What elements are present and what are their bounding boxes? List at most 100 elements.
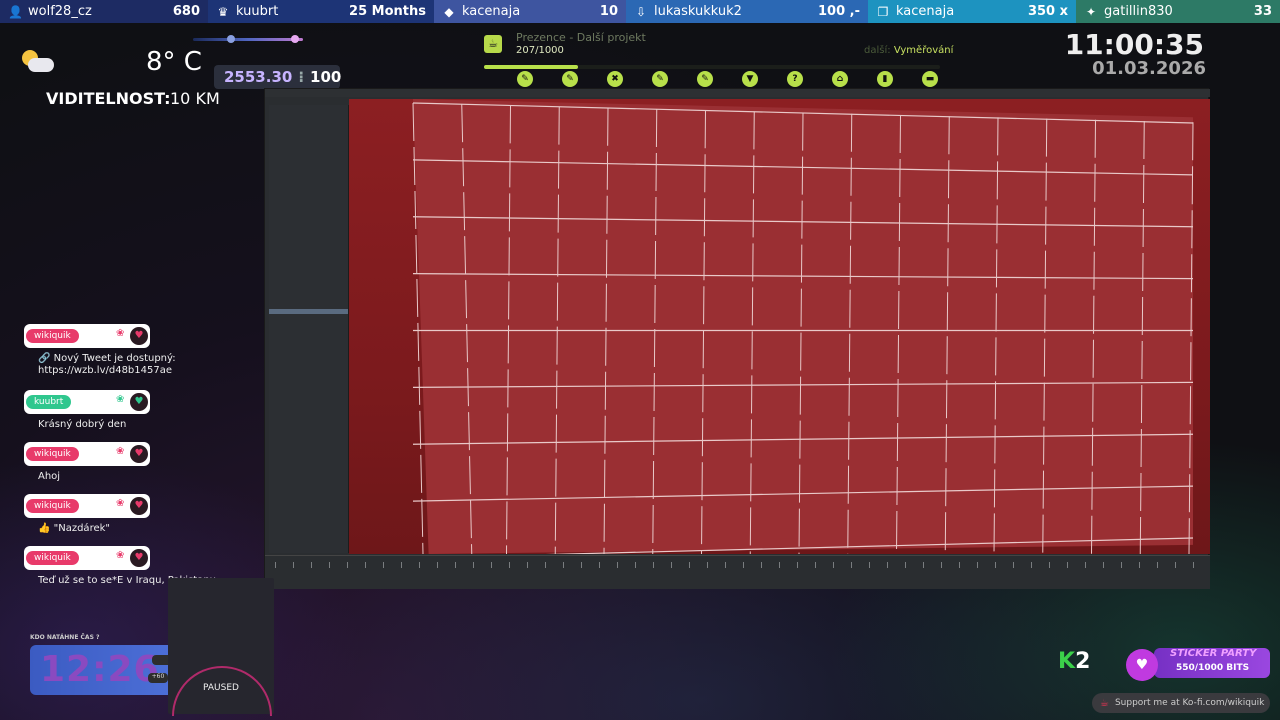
chat-message: kuubrt ❀ ♥ Krásný dobrý den <box>24 390 284 431</box>
kofi-support-link[interactable]: ☕ Support me at Ko-fi.com/wikiquik <box>1092 693 1270 713</box>
score-box: 2553.30 ⁝ 100 <box>214 65 342 89</box>
ticker-value: 680 <box>172 4 200 19</box>
mesh-edge <box>461 104 473 554</box>
chat-text: 👍 "Nazdárek" <box>38 523 110 534</box>
paw-icon: ❀ <box>116 394 125 405</box>
heart-icon: ♥ <box>130 497 148 515</box>
sticker-title: STICKER PARTY <box>1170 648 1257 659</box>
mesh-edge <box>1139 120 1145 554</box>
goal-progress-fill <box>484 65 579 69</box>
paused-label: PAUSED <box>203 683 239 693</box>
chat-message: wikiquik ❀ ♥ 👍 "Nazdárek" <box>24 494 284 535</box>
milestone-icon: ✎ <box>697 71 713 87</box>
chat-header: wikiquik ❀ ♥ <box>24 494 150 518</box>
chat-message: wikiquik ❀ ♥ Ahoj <box>24 442 284 483</box>
mesh-edge <box>847 113 853 554</box>
ticker-value: 100 ,- <box>818 4 860 19</box>
modeling-app-window[interactable] <box>264 88 1210 589</box>
milestone-icon: ▼ <box>742 71 758 87</box>
mesh-edge <box>896 114 901 554</box>
timer-widget: 12:26 <box>30 645 178 695</box>
timer-value: 12:26 <box>40 649 160 690</box>
clock-time: 11:00:35 <box>1064 28 1204 61</box>
chat-header: kuubrt ❀ ♥ <box>24 390 150 414</box>
goal-next-label: Vyměřování <box>893 45 954 56</box>
ticker-name: gatillin830 <box>1104 4 1173 19</box>
goal-title: Prezence - Další projekt <box>516 31 646 44</box>
chat-message: wikiquik ❀ ♥ 🔗 Nový Tweet je dostupný: http… <box>24 324 284 377</box>
event-ticker-bar: 👤 wolf28_cz 680 ♛ kuubrt 25 Months ◆ kac… <box>0 0 1280 23</box>
app-menu-bar[interactable] <box>265 89 1210 97</box>
mesh-edge <box>412 273 1194 280</box>
heart-icon: ♥ <box>130 393 148 411</box>
k2-logo: K2 <box>1058 649 1090 674</box>
chat-text: 🔗 Nový Tweet je dostupný: https://wzb.lv… <box>38 353 176 376</box>
mesh-edge <box>652 108 658 554</box>
mesh-edge <box>701 110 706 554</box>
milestone-icon: ▮ <box>877 71 893 87</box>
clock-date: 01.03.2026 <box>1092 58 1206 79</box>
milestone-icon: ? <box>787 71 803 87</box>
score-separator: ⁝ <box>298 68 305 86</box>
mesh-edge <box>749 111 755 554</box>
mesh-edge <box>1188 122 1194 554</box>
chat-username: wikiquik <box>26 499 79 513</box>
trophy-icon: ✦ <box>1085 4 1097 19</box>
chat-username: wikiquik <box>26 447 79 461</box>
slider-dot <box>291 35 299 43</box>
mesh-edge <box>1091 119 1096 554</box>
timeline-ticks <box>275 562 1200 568</box>
timeline-panel[interactable] <box>265 555 1210 589</box>
chat-username: kuubrt <box>26 395 72 409</box>
ticker-name: kuubrt <box>236 4 279 19</box>
goal-next: další: Vyměřování <box>864 45 953 56</box>
diamond-icon: ◆ <box>444 4 454 19</box>
ticker-follower: 👤 wolf28_cz 680 <box>0 0 208 23</box>
visibility-label: VIDITELNOST: <box>46 89 171 108</box>
gift-icon: ❐ <box>877 4 889 19</box>
mesh-edge <box>993 117 999 554</box>
milestone-icon: ✖ <box>607 71 623 87</box>
ticker-subscriber: ♛ kuubrt 25 Months <box>208 0 434 23</box>
mesh-edge <box>798 112 804 554</box>
mesh-edge <box>412 433 1194 445</box>
goal-count: 207/1000 <box>516 45 564 56</box>
ticker-trophy: ✦ gatillin830 33 <box>1076 0 1280 23</box>
ticker-name: kacenaja <box>462 4 521 19</box>
milestone-icon: ✎ <box>562 71 578 87</box>
visibility-value: 10 KM <box>170 89 220 108</box>
heart-icon: ♥ <box>130 327 148 345</box>
k2-logo-two: 2 <box>1075 649 1091 674</box>
mesh-edge <box>545 537 1194 554</box>
mesh-grid <box>412 102 1194 554</box>
outliner-row[interactable] <box>269 538 348 543</box>
mesh-edge <box>412 216 1194 228</box>
heart-icon: ♥ <box>130 549 148 567</box>
kofi-text: Support me at Ko-fi.com/wikiquik <box>1114 698 1265 708</box>
chat-username: wikiquik <box>26 551 79 565</box>
decorative-slider <box>193 35 303 43</box>
chat-username: wikiquik <box>26 329 79 343</box>
3d-viewport[interactable] <box>349 99 1210 554</box>
ticker-gift: ❐ kacenaja 350 x <box>868 0 1076 23</box>
chat-header: wikiquik ❀ ♥ <box>24 546 150 570</box>
sticker-bits: 550/1000 BITS <box>1176 663 1250 673</box>
ticker-value: 33 <box>1253 4 1272 19</box>
chat-header: wikiquik ❀ ♥ <box>24 324 150 348</box>
chat-header: wikiquik ❀ ♥ <box>24 442 150 466</box>
coffee-icon: ☕ <box>484 35 502 53</box>
ticker-value: 10 <box>599 4 618 19</box>
goal-milestones: ✎ ✎ ✖ ✎ ✎ ▼? ⌂ ▮ ▬ <box>517 71 947 89</box>
mesh-edge <box>412 381 1194 388</box>
ticker-value: 350 x <box>1027 4 1068 19</box>
paw-icon: ❀ <box>116 446 125 457</box>
timer-plus-badge: +60 <box>148 673 168 683</box>
ticker-value: 25 Months <box>349 4 426 19</box>
crown-icon: ♛ <box>217 4 229 19</box>
score-secondary: 100 <box>310 68 342 86</box>
slider-dot <box>227 35 235 43</box>
goal-progress-bar <box>484 65 940 69</box>
milestone-icon: ⌂ <box>832 71 848 87</box>
milestone-icon: ▬ <box>922 71 938 87</box>
chat-text: Krásný dobrý den <box>38 419 127 430</box>
